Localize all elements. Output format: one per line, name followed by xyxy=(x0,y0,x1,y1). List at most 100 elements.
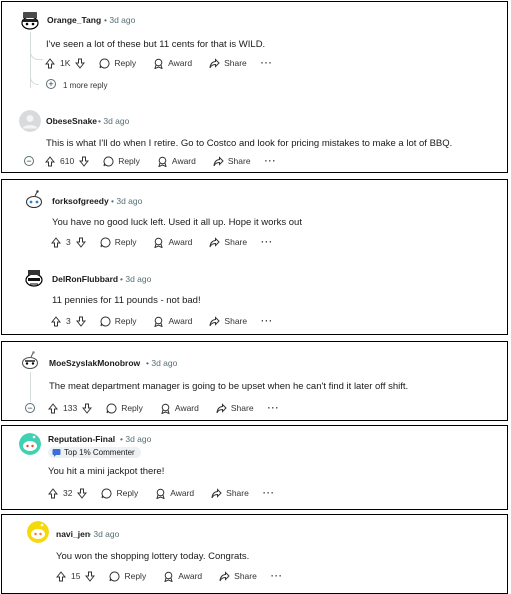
avatar[interactable] xyxy=(23,189,45,211)
downvote-icon[interactable] xyxy=(75,316,86,327)
comment-actions: 32 Reply Award Share ··· xyxy=(48,486,275,500)
share-icon xyxy=(219,570,230,581)
comment-actions: 610 Reply Award Share ··· xyxy=(45,154,277,168)
more-replies-link[interactable]: 1 more reply xyxy=(63,81,107,90)
award-button[interactable]: Award xyxy=(160,403,199,414)
share-button[interactable]: Share xyxy=(209,315,247,327)
avatar[interactable] xyxy=(23,267,45,289)
award-icon xyxy=(164,571,173,582)
share-label: Share xyxy=(224,58,247,68)
award-icon xyxy=(154,58,163,69)
comment-panel-4: Reputation-Final • 3d ago Top 1% Comment… xyxy=(1,425,508,510)
avatar[interactable] xyxy=(19,433,41,455)
time-separator: • xyxy=(120,434,123,444)
comment-text: The meat department manager is going to … xyxy=(49,381,409,392)
collapse-comment-icon[interactable]: − xyxy=(24,156,34,166)
upvote-icon[interactable] xyxy=(48,487,58,499)
upvote-icon[interactable] xyxy=(45,155,55,167)
timestamp: • 3d ago xyxy=(120,274,151,284)
reply-button[interactable]: Reply xyxy=(103,155,140,167)
reply-button[interactable]: Reply xyxy=(109,570,147,582)
vote-count: 32 xyxy=(63,488,73,498)
share-icon xyxy=(211,487,222,498)
downvote-icon[interactable] xyxy=(75,237,86,248)
share-button[interactable]: Share xyxy=(213,155,251,167)
more-options-button[interactable]: ··· xyxy=(271,571,283,581)
upvote-icon[interactable] xyxy=(51,315,61,327)
comment-text: You hit a mini jackpot there! xyxy=(48,466,165,477)
username[interactable]: navi_jen xyxy=(56,529,90,539)
avatar[interactable] xyxy=(19,350,41,372)
more-options-button[interactable]: ··· xyxy=(261,58,273,68)
comment-panel-1: Orange_Tang • 3d ago I've seen a lot of … xyxy=(1,1,508,173)
award-label: Award xyxy=(174,403,199,413)
vote-count: 3 xyxy=(66,316,71,326)
avatar[interactable] xyxy=(19,110,41,132)
reply-icon xyxy=(101,487,112,498)
more-options-button[interactable]: ··· xyxy=(261,237,273,247)
timestamp: • 3d ago xyxy=(146,358,177,368)
username[interactable]: ObeseSnake xyxy=(46,116,97,126)
award-button[interactable]: Award xyxy=(153,237,192,248)
share-label: Share xyxy=(234,571,257,581)
time-text: 3d ago xyxy=(151,358,178,368)
reply-icon xyxy=(100,236,111,247)
username[interactable]: forksofgreedy xyxy=(52,196,109,206)
snoo-avatar-icon xyxy=(19,10,41,32)
comment-actions: 3 Reply Award Share ··· xyxy=(51,235,273,249)
upvote-icon[interactable] xyxy=(45,57,55,69)
collapse-comment-icon[interactable]: − xyxy=(25,403,35,413)
award-button[interactable]: Award xyxy=(155,488,194,499)
comment-panel-3: MoeSzyslakMonobrow • 3d ago The meat dep… xyxy=(1,341,508,421)
share-button[interactable]: Share xyxy=(209,236,247,248)
award-label: Award xyxy=(170,488,195,498)
award-button[interactable]: Award xyxy=(157,156,196,167)
downvote-icon[interactable] xyxy=(79,156,90,167)
share-button[interactable]: Share xyxy=(216,402,254,414)
username[interactable]: DelRonFlubbard xyxy=(52,274,118,284)
more-options-button[interactable]: ··· xyxy=(268,403,280,413)
avatar[interactable] xyxy=(19,10,41,32)
reply-label: Reply xyxy=(124,571,147,581)
award-button[interactable]: Award xyxy=(153,58,192,69)
reply-label: Reply xyxy=(114,237,137,247)
downvote-icon[interactable] xyxy=(77,488,88,499)
more-options-button[interactable]: ··· xyxy=(261,316,273,326)
snoo-avatar-icon xyxy=(23,189,45,211)
thread-elbow xyxy=(30,74,39,85)
username[interactable]: MoeSzyslakMonobrow xyxy=(49,358,140,368)
time-separator: • xyxy=(98,116,101,126)
award-icon xyxy=(156,488,165,499)
upvote-icon[interactable] xyxy=(51,236,61,248)
downvote-icon[interactable] xyxy=(85,571,96,582)
expand-replies-icon[interactable]: + xyxy=(46,79,56,89)
award-button[interactable]: Award xyxy=(153,316,192,327)
more-options-button[interactable]: ··· xyxy=(263,488,275,498)
downvote-icon[interactable] xyxy=(75,58,86,69)
reply-button[interactable]: Reply xyxy=(100,236,137,248)
reply-label: Reply xyxy=(114,316,137,326)
share-button[interactable]: Share xyxy=(211,487,249,499)
reply-button[interactable]: Reply xyxy=(101,487,138,499)
reply-button[interactable]: Reply xyxy=(100,315,137,327)
upvote-icon[interactable] xyxy=(48,402,58,414)
share-label: Share xyxy=(227,156,251,166)
award-button[interactable]: Award xyxy=(163,571,202,582)
vote-count: 3 xyxy=(66,237,71,247)
time-text: 3d ago xyxy=(93,529,120,539)
default-avatar-icon xyxy=(19,110,41,132)
upvote-icon[interactable] xyxy=(56,570,66,582)
avatar[interactable] xyxy=(27,521,49,543)
share-icon xyxy=(209,57,220,68)
snoo-avatar-icon xyxy=(19,433,41,455)
downvote-icon[interactable] xyxy=(82,403,93,414)
reply-button[interactable]: Reply xyxy=(106,402,143,414)
reply-label: Reply xyxy=(114,58,137,68)
username[interactable]: Reputation-Final xyxy=(48,434,115,444)
share-button[interactable]: Share xyxy=(219,570,257,582)
reply-button[interactable]: Reply xyxy=(99,57,137,69)
more-options-button[interactable]: ··· xyxy=(265,156,277,166)
comment-text: You won the shopping lottery today. Cong… xyxy=(56,551,250,562)
share-button[interactable]: Share xyxy=(209,57,247,69)
username[interactable]: Orange_Tang xyxy=(47,15,101,25)
